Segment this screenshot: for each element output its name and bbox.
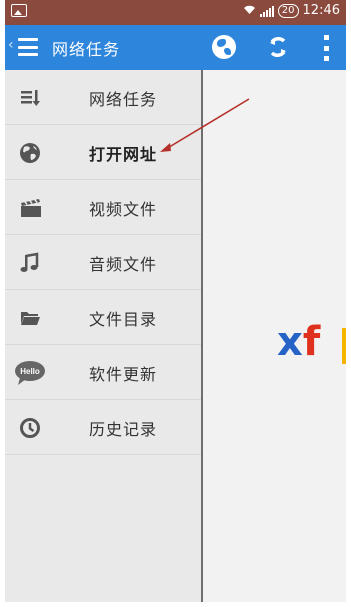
drawer-item-history[interactable]: 历史记录 [5, 400, 201, 455]
folder-icon [19, 307, 41, 329]
drawer-item-label: 网络任务 [89, 90, 158, 109]
drawer-item-open-url[interactable]: 打开网址 [5, 125, 201, 180]
globe-icon [19, 142, 41, 164]
logo-letter-x: x [277, 319, 303, 365]
clock-icon [19, 417, 41, 439]
hello-text: Hello [20, 367, 40, 376]
drawer-item-audio-files[interactable]: 音频文件 [5, 235, 201, 290]
battery-level: 20 [277, 3, 299, 18]
globe-icon[interactable] [212, 35, 236, 59]
status-indicators: 20 12:46 [243, 3, 340, 18]
signal-icon [259, 5, 274, 17]
logo-partial-letter [342, 328, 346, 364]
navigation-drawer: 网络任务 打开网址 视频文件 音频文件 文件目录 Hello 软件更新 历史记录 [5, 70, 203, 602]
hamburger-menu-icon[interactable] [18, 38, 38, 56]
app-screen: 20 12:46 ‹ 网络任务 网络任务 打开网址 视频文件 音频文件 文件目录… [0, 0, 351, 607]
task-list-icon [19, 87, 41, 109]
app-logo: xf [277, 322, 320, 362]
status-bar: 20 12:46 [5, 0, 346, 25]
drawer-item-software-update[interactable]: Hello 软件更新 [5, 345, 201, 400]
drawer-item-label: 音频文件 [89, 255, 158, 274]
page-title: 网络任务 [52, 40, 121, 59]
drawer-item-video-files[interactable]: 视频文件 [5, 180, 201, 235]
drawer-item-network-tasks[interactable]: 网络任务 [5, 70, 201, 125]
image-notification-icon [11, 4, 27, 17]
wifi-icon [243, 4, 256, 18]
drawer-item-label: 打开网址 [89, 145, 158, 164]
hello-bubble-icon: Hello [14, 360, 46, 385]
film-icon [19, 197, 41, 219]
refresh-icon[interactable] [267, 36, 289, 58]
music-note-icon [19, 252, 41, 274]
drawer-item-label: 软件更新 [89, 365, 158, 384]
drawer-item-label: 视频文件 [89, 200, 158, 219]
clock-time: 12:46 [302, 3, 340, 18]
drawer-item-file-directory[interactable]: 文件目录 [5, 290, 201, 345]
action-bar: ‹ 网络任务 [5, 25, 346, 70]
back-chevron-icon[interactable]: ‹ [8, 37, 14, 53]
main-content: xf [203, 70, 346, 602]
drawer-item-label: 历史记录 [89, 420, 158, 439]
overflow-menu-icon[interactable] [324, 35, 330, 61]
bottom-edge [5, 602, 346, 607]
logo-letter-f: f [302, 319, 321, 365]
drawer-item-label: 文件目录 [89, 310, 158, 329]
